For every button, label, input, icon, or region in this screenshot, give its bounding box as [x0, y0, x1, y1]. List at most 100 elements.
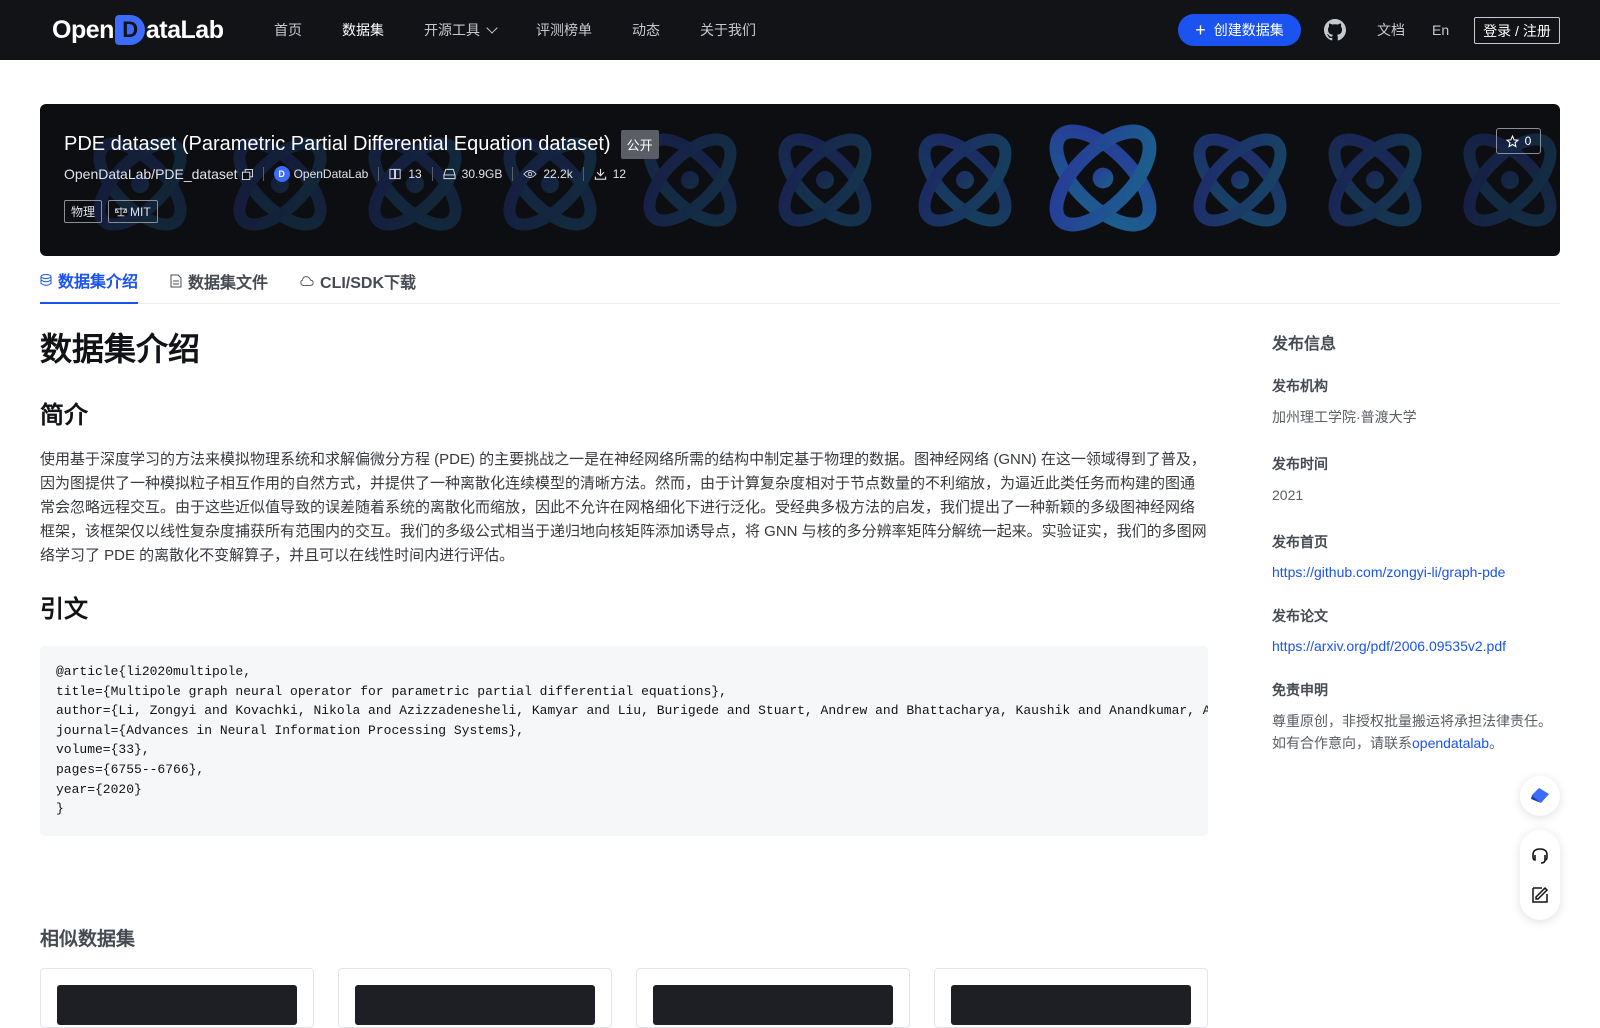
file-count: 13 — [389, 167, 422, 181]
dataset-tabs: 数据集介绍 数据集文件 CLI/SDK下载 — [40, 258, 1560, 304]
tag-label: MIT — [130, 204, 151, 219]
disclaimer-text: 尊重原创，非授权批量搬运将承担法律责任。如有合作意向，请联系opendatala… — [1272, 710, 1562, 754]
login-label: 登录 / 注册 — [1483, 22, 1551, 39]
cloud-icon — [300, 276, 314, 286]
visibility-badge: 公开 — [620, 130, 659, 159]
contact-opendatalab-link[interactable]: opendatalab — [1412, 735, 1489, 751]
nav-label: 动态 — [632, 22, 660, 38]
chevron-down-icon — [486, 22, 498, 34]
tab-label: CLI/SDK下载 — [320, 275, 417, 292]
nav-item-leaderboard[interactable]: 评测榜单 — [536, 20, 592, 40]
similar-datasets-heading: 相似数据集 — [40, 929, 136, 950]
feishu-button[interactable] — [1520, 776, 1560, 816]
similar-dataset-card[interactable] — [636, 968, 910, 1028]
nav-label: 评测榜单 — [536, 22, 592, 38]
divider — [582, 167, 584, 181]
citation-heading: 引文 — [40, 596, 88, 623]
floating-support-group — [1520, 830, 1560, 920]
tab-cli-sdk-download[interactable]: CLI/SDK下载 — [300, 258, 416, 304]
nav-item-datasets[interactable]: 数据集 — [342, 20, 384, 40]
homepage-link[interactable]: https://github.com/zongyi-li/graph-pde — [1272, 564, 1562, 580]
publish-info-sidebar: 发布信息 发布机构 加州理工学院·普渡大学 发布时间 2021 发布首页 htt… — [1272, 330, 1562, 754]
github-icon[interactable] — [1324, 19, 1346, 41]
eye-icon — [523, 170, 538, 178]
download-count: 12 — [594, 167, 626, 181]
dataset-size: 30.9GB — [443, 167, 503, 181]
database-icon — [40, 274, 52, 286]
star-count: 0 — [1524, 134, 1532, 148]
files-icon — [389, 168, 401, 180]
docs-link[interactable]: 文档 — [1377, 0, 1405, 60]
org-avatar: D — [273, 166, 290, 182]
nav-item-news[interactable]: 动态 — [632, 20, 660, 40]
page-title: 数据集介绍 — [40, 331, 201, 367]
publisher-value: 加州理工学院·普渡大学 — [1272, 409, 1417, 425]
file-icon — [170, 274, 182, 288]
tab-dataset-intro[interactable]: 数据集介绍 — [40, 258, 139, 304]
nav-item-about[interactable]: 关于我们 — [700, 20, 756, 40]
similar-dataset-card[interactable] — [40, 968, 314, 1028]
dataset-meta-row: OpenDataLab/PDE_dataset D OpenDataLab 13… — [64, 166, 626, 182]
docs-label: 文档 — [1377, 22, 1405, 38]
tag-label: 物理 — [71, 205, 96, 219]
intro-paragraph: 使用基于深度学习的方法来模拟物理系统和求解偏微分方程 (PDE) 的主要挑战之一… — [40, 451, 1207, 564]
similar-dataset-card[interactable] — [934, 968, 1208, 1028]
star-button[interactable]: 0 — [1496, 128, 1541, 154]
feishu-icon — [1531, 788, 1549, 803]
view-count-value: 22.2k — [543, 167, 573, 181]
disclaimer-label: 免责申明 — [1272, 682, 1328, 698]
org-link[interactable]: D OpenDataLab — [273, 166, 369, 182]
dataset-header-banner: PDE dataset (Parametric Partial Differen… — [40, 104, 1560, 256]
divider — [378, 167, 380, 181]
language-switch[interactable]: En — [1432, 0, 1449, 60]
logo-d-mark: D — [114, 15, 145, 45]
feedback-edit-icon[interactable] — [1530, 885, 1550, 905]
repo-path: OpenDataLab/PDE_dataset — [64, 166, 238, 182]
download-icon — [594, 168, 606, 180]
homepage-label: 发布首页 — [1272, 534, 1328, 550]
create-dataset-label: 创建数据集 — [1213, 22, 1284, 38]
headset-icon[interactable] — [1530, 846, 1550, 866]
tag-license[interactable]: MIT — [108, 200, 158, 223]
download-count-value: 12 — [612, 167, 627, 181]
logo-text-open: Open — [52, 15, 114, 44]
nav-label: 开源工具 — [424, 22, 480, 38]
create-dataset-button[interactable]: + 创建数据集 — [1178, 14, 1301, 46]
paper-link[interactable]: https://arxiv.org/pdf/2006.09535v2.pdf — [1272, 638, 1562, 654]
nav-item-home[interactable]: 首页 — [274, 20, 302, 40]
dataset-title: PDE dataset (Parametric Partial Differen… — [64, 133, 611, 155]
intro-heading: 简介 — [40, 402, 88, 429]
dataset-thumbnail — [355, 985, 595, 1025]
language-label: En — [1432, 22, 1450, 38]
logo-text-datalab: ataLab — [145, 15, 224, 44]
nav-item-open-tools[interactable]: 开源工具 — [424, 20, 498, 40]
dataset-size-value: 30.9GB — [461, 167, 503, 181]
similar-dataset-card[interactable] — [338, 968, 612, 1028]
login-register-button[interactable]: 登录 / 注册 — [1474, 17, 1560, 44]
plus-icon: + — [1195, 20, 1206, 40]
disclaimer-end: 。 — [1489, 735, 1504, 751]
tag-physics[interactable]: 物理 — [64, 200, 103, 223]
paper-label: 发布论文 — [1272, 608, 1328, 624]
publish-info-title: 发布信息 — [1272, 336, 1337, 353]
publish-time-label: 发布时间 — [1272, 456, 1328, 472]
dataset-tags: 物理 MIT — [64, 200, 164, 223]
top-navbar: Open DataLab 首页 数据集 开源工具 评测榜单 动态 关于我们 + 创… — [0, 0, 1600, 60]
dataset-thumbnail — [57, 985, 297, 1025]
divider — [512, 167, 514, 181]
similar-datasets-list — [40, 968, 1232, 1028]
copy-icon[interactable] — [241, 168, 253, 180]
nav-label: 关于我们 — [700, 22, 756, 38]
divider — [431, 167, 433, 181]
dataset-thumbnail — [653, 985, 893, 1025]
opendatalab-logo[interactable]: Open DataLab — [52, 15, 224, 45]
tab-label: 数据集介绍 — [58, 274, 139, 291]
org-name: OpenDataLab — [293, 167, 369, 181]
citation-code-block: @article{li2020multipole, title={Multipo… — [40, 646, 1208, 836]
publish-time-value: 2021 — [1272, 487, 1304, 503]
dataset-intro-content: 数据集介绍 简介 使用基于深度学习的方法来模拟物理系统和求解偏微分方程 (PDE… — [40, 328, 1208, 836]
storage-icon — [443, 168, 456, 180]
star-icon — [1505, 134, 1519, 148]
tab-dataset-files[interactable]: 数据集文件 — [170, 258, 268, 304]
nav-label: 首页 — [274, 22, 302, 38]
